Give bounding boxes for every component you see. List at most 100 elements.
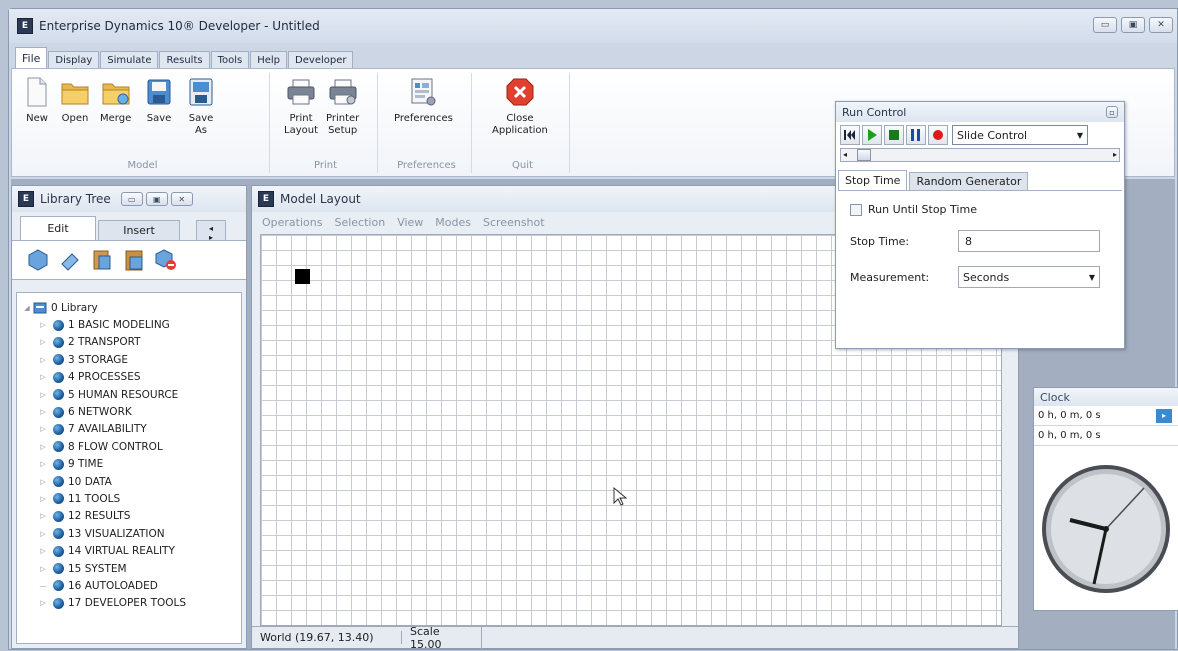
tab-scroll-arrows[interactable]: ◂ ▸	[196, 220, 226, 242]
menu-operations[interactable]: Operations	[262, 216, 322, 229]
menu-view[interactable]: View	[397, 216, 423, 229]
merge-button[interactable]: Merge	[100, 75, 131, 125]
tab-results[interactable]: Results	[159, 51, 210, 69]
clock-time-row-1: 0 h, 0 m, 0 s ▸	[1034, 406, 1178, 426]
play-icon	[868, 129, 877, 141]
tree-item[interactable]: ▷ 2 TRANSPORT	[17, 334, 241, 351]
play-button[interactable]	[862, 125, 882, 145]
expand-icon[interactable]: ▷	[39, 356, 47, 364]
expand-icon[interactable]: ▷	[39, 478, 47, 486]
slider-right-arrow-icon[interactable]: ▸	[1113, 150, 1117, 159]
expand-icon[interactable]: —	[39, 582, 47, 590]
tree-item[interactable]: ▷ 11 TOOLS	[17, 490, 241, 507]
tree-item[interactable]: ▷ 12 RESULTS	[17, 508, 241, 525]
globe-icon	[53, 476, 64, 488]
tree-item[interactable]: ▷ 4 PROCESSES	[17, 369, 241, 386]
tree-item[interactable]: ▷ 15 SYSTEM	[17, 560, 241, 577]
tree-root[interactable]: ◢ 0 Library	[17, 299, 241, 316]
delete-atom-icon[interactable]	[154, 248, 178, 272]
close-application-button[interactable]: Close Application	[492, 75, 548, 137]
tree-item[interactable]: ▷ 17 DEVELOPER TOOLS	[17, 595, 241, 612]
record-button[interactable]	[928, 125, 948, 145]
tab-edit[interactable]: Edit	[20, 216, 96, 240]
collapse-icon[interactable]: ◢	[23, 304, 31, 312]
panel-logo-icon: E	[258, 191, 274, 207]
stop-button[interactable]	[884, 125, 904, 145]
link-atom-icon[interactable]	[58, 248, 82, 272]
dropdown-arrow-icon: ▼	[1088, 272, 1095, 282]
expand-icon[interactable]: ▷	[39, 408, 47, 416]
run-until-checkbox[interactable]	[850, 203, 862, 216]
restore-button[interactable]: ▣	[1121, 17, 1145, 33]
panel-minimize-button[interactable]: ▭	[120, 192, 143, 206]
panel-close-button[interactable]: ✕	[170, 192, 193, 206]
speed-mode-select[interactable]: Slide Control ▼	[952, 125, 1088, 145]
expand-icon[interactable]: ▷	[39, 512, 47, 520]
menu-screenshot[interactable]: Screenshot	[483, 216, 545, 229]
printer-setup-button[interactable]: Printer Setup	[326, 75, 359, 137]
tree-item[interactable]: ▷ 6 NETWORK	[17, 403, 241, 420]
library-tree-title-bar: E Library Tree ▭ ▣ ✕	[12, 186, 246, 212]
tree-item[interactable]: ▷ 13 VISUALIZATION	[17, 525, 241, 542]
ribbon-group-model: New Open Merge Save Save As Model	[16, 73, 270, 173]
add-atom-icon[interactable]	[26, 248, 50, 272]
tree-item[interactable]: ▷ 3 STORAGE	[17, 351, 241, 368]
panel-restore-button[interactable]: ▣	[145, 192, 168, 206]
expand-icon[interactable]: ▷	[39, 565, 47, 573]
menu-modes[interactable]: Modes	[435, 216, 471, 229]
tree-item[interactable]: ▷ 1 BASIC MODELING	[17, 316, 241, 333]
menu-selection[interactable]: Selection	[334, 216, 385, 229]
tab-developer[interactable]: Developer	[288, 51, 354, 69]
stop-time-input[interactable]	[958, 230, 1100, 252]
slider-thumb[interactable]	[857, 149, 871, 161]
paste-atom-icon[interactable]	[122, 248, 146, 272]
save-as-button[interactable]: Save As	[186, 75, 216, 137]
new-button[interactable]: New	[22, 75, 52, 125]
model-atom[interactable]	[295, 269, 310, 284]
tab-insert[interactable]: Insert	[98, 220, 180, 240]
tree-item[interactable]: ▷ 10 DATA	[17, 473, 241, 490]
tree-item[interactable]: — 16 AUTOLOADED	[17, 577, 241, 594]
tab-tools[interactable]: Tools	[210, 51, 250, 69]
expand-icon[interactable]: ▷	[39, 460, 47, 468]
measurement-select[interactable]: Seconds ▼	[958, 266, 1100, 288]
expand-icon[interactable]: ▷	[39, 373, 47, 381]
expand-icon[interactable]: ▷	[39, 599, 47, 607]
tree-item[interactable]: ▷ 8 FLOW CONTROL	[17, 438, 241, 455]
pause-button[interactable]	[906, 125, 926, 145]
expand-icon[interactable]: ▷	[39, 495, 47, 503]
expand-icon[interactable]: ▷	[39, 338, 47, 346]
clock-go-button[interactable]: ▸	[1156, 408, 1172, 423]
run-control-close-button[interactable]: ▫	[1106, 106, 1118, 118]
minimize-button[interactable]: ▭	[1093, 17, 1117, 33]
tab-random-generator[interactable]: Random Generator	[909, 172, 1029, 190]
expand-icon[interactable]: ▷	[39, 321, 47, 329]
tree-item[interactable]: ▷ 5 HUMAN RESOURCE	[17, 386, 241, 403]
tree-item-label: 3 STORAGE	[68, 353, 129, 366]
print-layout-button[interactable]: Print Layout	[284, 75, 318, 137]
expand-icon[interactable]: ▷	[39, 530, 47, 538]
open-button[interactable]: Open	[60, 75, 90, 125]
slider-left-arrow-icon[interactable]: ◂	[843, 150, 847, 159]
expand-icon[interactable]: ▷	[39, 443, 47, 451]
expand-icon[interactable]: ▷	[39, 425, 47, 433]
reset-button[interactable]	[840, 125, 860, 145]
close-window-button[interactable]: ✕	[1149, 17, 1173, 33]
tab-stop-time[interactable]: Stop Time	[838, 170, 908, 190]
expand-icon[interactable]: ▷	[39, 391, 47, 399]
copy-atom-icon[interactable]	[90, 248, 114, 272]
tree-item[interactable]: ▷ 9 TIME	[17, 456, 241, 473]
tree-item[interactable]: ▷ 14 VIRTUAL REALITY	[17, 542, 241, 559]
preferences-button[interactable]: Preferences	[394, 75, 453, 125]
tab-simulate[interactable]: Simulate	[100, 51, 159, 69]
printer-setup-icon	[328, 75, 358, 109]
expand-icon[interactable]: ▷	[39, 547, 47, 555]
tab-file[interactable]: File	[15, 47, 48, 69]
speed-slider[interactable]: ◂ ▸	[840, 148, 1120, 162]
tree-item[interactable]: ▷ 7 AVAILABILITY	[17, 421, 241, 438]
save-button[interactable]: Save	[144, 75, 174, 125]
analog-clock	[1040, 454, 1172, 607]
status-world: World (19.67, 13.40)	[252, 631, 402, 644]
tab-display[interactable]: Display	[48, 51, 100, 69]
tab-help[interactable]: Help	[250, 51, 288, 69]
